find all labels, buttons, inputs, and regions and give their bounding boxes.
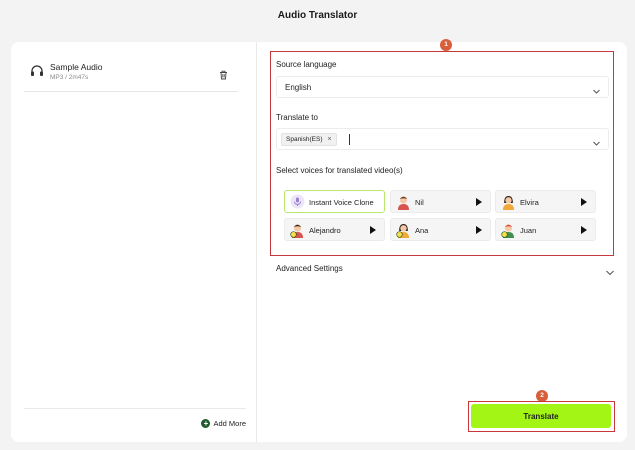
- plus-icon: +: [201, 419, 211, 428]
- add-more-button[interactable]: + Add More: [201, 419, 246, 428]
- translate-to-select[interactable]: Spanish(ES) ×: [276, 128, 609, 150]
- advanced-settings-toggle[interactable]: Advanced Settings: [276, 264, 343, 273]
- chevron-down-icon: [592, 83, 601, 101]
- play-icon[interactable]: [581, 198, 587, 206]
- voice-option-ana[interactable]: Ana: [390, 218, 491, 241]
- translate-to-label: Translate to: [276, 113, 318, 122]
- voice-clone-icon: [290, 194, 305, 214]
- play-icon[interactable]: [370, 226, 376, 234]
- trash-icon[interactable]: [219, 67, 228, 85]
- play-icon[interactable]: [476, 226, 482, 234]
- voice-option-instant-clone[interactable]: Instant Voice Clone: [284, 190, 385, 213]
- file-meta: MP3 / 2m47s: [50, 74, 89, 81]
- source-language-select[interactable]: English: [276, 76, 609, 98]
- avatar-icon: [290, 222, 305, 243]
- chevron-down-icon[interactable]: [605, 264, 615, 282]
- source-language-label: Source language: [276, 60, 337, 69]
- source-language-value: English: [285, 83, 312, 92]
- voice-name: Elvira: [520, 198, 539, 207]
- file-panel: Sample Audio MP3 / 2m47s + Add More: [11, 42, 257, 442]
- step-badge-1: 1: [440, 39, 452, 51]
- chevron-down-icon: [592, 135, 601, 153]
- play-icon[interactable]: [476, 198, 482, 206]
- avatar-icon: [501, 222, 516, 243]
- language-chip-label: Spanish(ES): [286, 136, 323, 143]
- add-more-label: Add More: [213, 419, 246, 428]
- avatar-icon: [396, 222, 411, 243]
- voice-name: Ana: [415, 226, 429, 235]
- language-chip: Spanish(ES) ×: [281, 133, 337, 146]
- voice-name: Juan: [520, 226, 537, 235]
- page-title: Audio Translator: [277, 10, 358, 21]
- voice-option-nil[interactable]: Nil: [390, 190, 491, 213]
- play-icon[interactable]: [581, 226, 587, 234]
- voice-option-juan[interactable]: Juan: [495, 218, 596, 241]
- file-name: Sample Audio: [50, 62, 103, 72]
- voice-option-elvira[interactable]: Elvira: [495, 190, 596, 213]
- file-panel-footer: + Add More: [24, 408, 246, 442]
- text-cursor: [349, 134, 350, 145]
- main-card: Sample Audio MP3 / 2m47s + Add More 1 So…: [11, 39, 627, 442]
- file-list-item[interactable]: Sample Audio MP3 / 2m47s: [24, 56, 238, 92]
- voice-name: Alejandro: [309, 226, 341, 235]
- translate-highlight: Translate: [468, 401, 615, 432]
- voices-label: Select voices for translated video(s): [276, 166, 403, 175]
- avatar-icon: [396, 194, 411, 215]
- translate-button[interactable]: Translate: [471, 404, 611, 428]
- voice-name: Nil: [415, 198, 424, 207]
- chip-remove-icon[interactable]: ×: [328, 134, 332, 145]
- headphones-icon: [30, 64, 44, 82]
- avatar-icon: [501, 194, 516, 215]
- voice-name: Instant Voice Clone: [309, 198, 374, 207]
- voice-option-alejandro[interactable]: Alejandro: [284, 218, 385, 241]
- settings-panel: 1 Source language English Translate to S…: [257, 39, 627, 442]
